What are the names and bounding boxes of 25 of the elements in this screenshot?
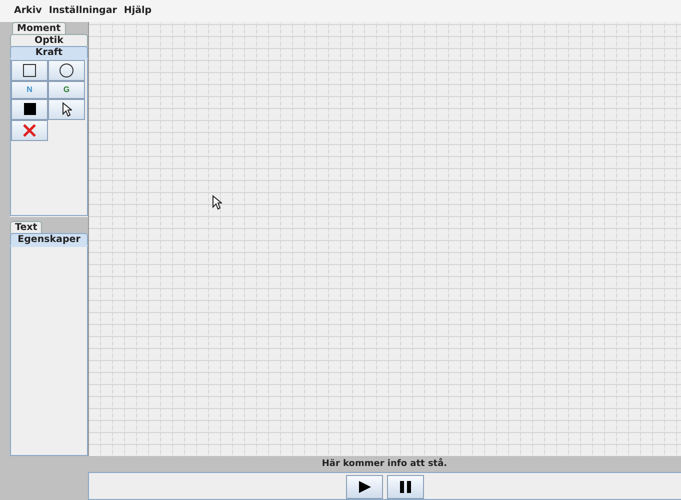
square-icon xyxy=(23,64,36,77)
tab[interactable]: Egenskaper xyxy=(10,233,88,245)
filled-square-tool-button[interactable] xyxy=(11,98,48,120)
delete-icon xyxy=(22,122,37,138)
square-tool-button[interactable] xyxy=(11,60,48,81)
tab[interactable]: Text xyxy=(10,221,42,233)
pause-icon xyxy=(400,481,411,493)
tab[interactable]: Optik xyxy=(10,34,88,46)
pointer-icon xyxy=(62,102,72,117)
menu-item[interactable]: Inställningar xyxy=(48,5,117,16)
pause-button[interactable] xyxy=(387,475,424,499)
tab[interactable]: Moment xyxy=(12,22,66,34)
filled-square-icon xyxy=(24,103,36,116)
delete-tool-button[interactable] xyxy=(11,120,48,141)
menu-item[interactable]: Arkiv xyxy=(14,5,42,16)
pointer-tool-button[interactable] xyxy=(48,98,85,120)
mouse-cursor-icon xyxy=(212,194,222,210)
status-text: Här kommer info att stå. xyxy=(320,457,448,471)
play-button[interactable] xyxy=(346,475,383,499)
circle-tool-button[interactable] xyxy=(48,60,85,81)
circle-icon xyxy=(59,62,74,78)
menu-item[interactable]: Hjälp xyxy=(124,5,152,16)
tab[interactable]: Kraft xyxy=(10,46,88,58)
tool-button[interactable]: G xyxy=(48,80,85,99)
play-icon xyxy=(358,481,370,493)
